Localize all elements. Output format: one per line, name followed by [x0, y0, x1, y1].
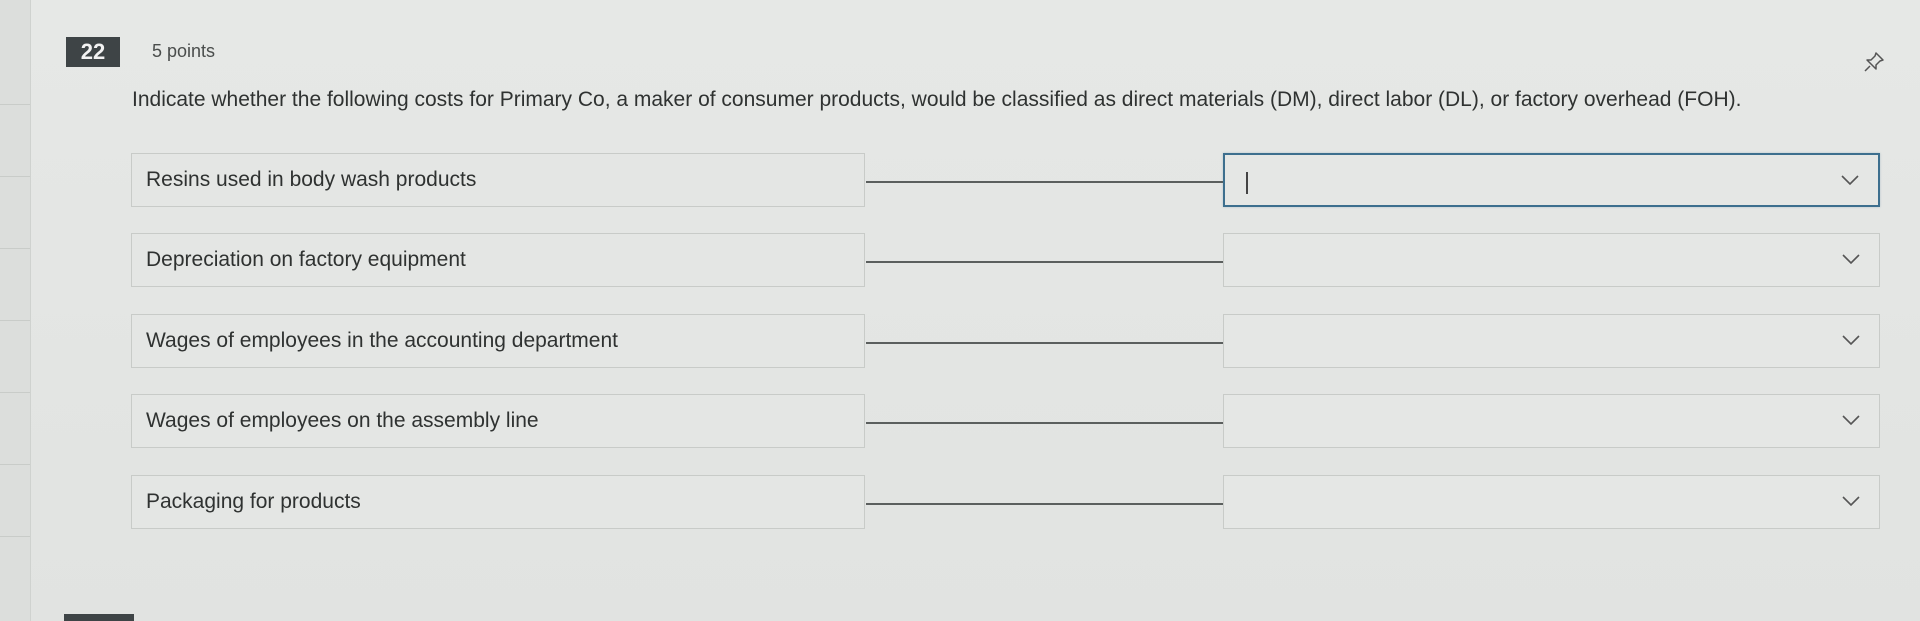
chevron-down-icon — [1842, 254, 1860, 265]
question-points: 5 points — [152, 41, 216, 61]
question-number: 22 — [66, 37, 120, 67]
classification-dropdown[interactable] — [1223, 394, 1880, 448]
text-caret — [1246, 172, 1248, 194]
connector-line — [866, 422, 1223, 424]
rail-divider — [0, 104, 30, 105]
cost-item: Wages of employees in the accounting dep… — [131, 314, 865, 368]
matching-row: Wages of employees in the accounting dep… — [0, 314, 1920, 370]
bottom-tab-marker — [64, 614, 134, 621]
classification-dropdown[interactable] — [1223, 475, 1880, 529]
classification-dropdown[interactable] — [1223, 314, 1880, 368]
chevron-down-icon — [1842, 415, 1860, 426]
pin-icon[interactable] — [1862, 50, 1886, 74]
cost-item: Packaging for products — [131, 475, 865, 529]
chevron-down-icon — [1841, 175, 1859, 186]
matching-row: Depreciation on factory equipment — [0, 233, 1920, 289]
rail-divider — [0, 536, 30, 537]
question-prompt: Indicate whether the following costs for… — [132, 88, 1742, 111]
cost-item: Depreciation on factory equipment — [131, 233, 865, 287]
classification-dropdown[interactable] — [1223, 153, 1880, 207]
chevron-down-icon — [1842, 496, 1860, 507]
classification-dropdown[interactable] — [1223, 233, 1880, 287]
rail-divider — [0, 464, 30, 465]
connector-line — [866, 261, 1223, 263]
matching-row: Packaging for products — [0, 475, 1920, 531]
cost-item: Wages of employees on the assembly line — [131, 394, 865, 448]
connector-line — [866, 342, 1223, 344]
cost-item: Resins used in body wash products — [131, 153, 865, 207]
matching-row: Resins used in body wash products — [0, 153, 1920, 209]
connector-line — [866, 181, 1223, 183]
chevron-down-icon — [1842, 335, 1860, 346]
matching-row: Wages of employees on the assembly line — [0, 394, 1920, 450]
connector-line — [866, 503, 1223, 505]
rail-divider — [0, 392, 30, 393]
